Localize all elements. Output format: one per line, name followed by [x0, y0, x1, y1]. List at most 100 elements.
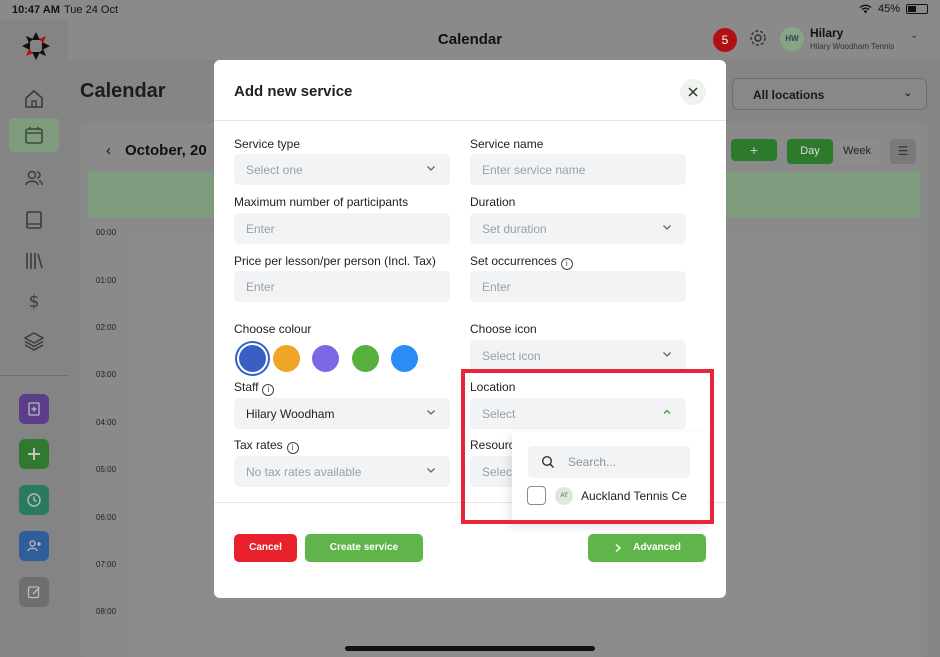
icon-select-placeholder: Select icon: [482, 349, 541, 363]
colour-swatch-blue[interactable]: [239, 345, 266, 372]
top-bar: Calendar 5 HW Hilary Hilary Woodham Tenn…: [0, 20, 940, 60]
chevron-down-icon: [663, 225, 671, 230]
sidebar-item-users[interactable]: [9, 161, 59, 195]
book-icon: [26, 211, 42, 229]
hour-label: 08:00: [96, 607, 117, 616]
location-filter[interactable]: All locations ⌄: [732, 78, 927, 110]
create-service-button[interactable]: Create service: [305, 534, 423, 562]
home-indicator: [345, 646, 595, 651]
colour-swatch-green[interactable]: [352, 345, 379, 372]
sidebar-item-library[interactable]: [9, 244, 59, 278]
dollar-icon: $: [29, 292, 40, 312]
service-type-select[interactable]: Select one: [234, 154, 450, 185]
colour-swatch-orange[interactable]: [273, 345, 300, 372]
add-user-icon: [27, 540, 41, 552]
user-business: Hilary Woodham Tennis: [810, 42, 895, 51]
occurrences-placeholder: Enter: [482, 280, 511, 294]
service-name-input[interactable]: Enter service name: [470, 154, 686, 185]
edit-icon: [27, 586, 41, 599]
modal-header-divider: [214, 120, 726, 121]
duration-label: Duration: [470, 195, 516, 209]
quick-edit[interactable]: [19, 577, 49, 607]
month-navigator: ‹ October, 20: [106, 142, 207, 159]
service-name-label: Service name: [470, 137, 544, 151]
close-button[interactable]: [680, 79, 706, 105]
chevron-down-icon: [427, 468, 435, 473]
chevron-down-icon: ⌄: [903, 88, 912, 99]
info-icon[interactable]: i: [560, 258, 573, 270]
max-participants-label: Maximum number of participants: [234, 195, 409, 209]
avatar[interactable]: HW: [780, 27, 804, 51]
view-week-button[interactable]: Week: [834, 139, 880, 164]
list-icon: ☰: [897, 144, 909, 158]
sidebar: $: [0, 20, 68, 657]
price-placeholder: Enter: [246, 280, 275, 294]
hour-label: 07:00: [96, 560, 117, 569]
staff-value: Hilary Woodham: [246, 407, 335, 421]
page-title: Calendar: [80, 80, 166, 102]
quick-add-user[interactable]: [19, 531, 49, 561]
sidebar-item-book[interactable]: [9, 203, 59, 237]
status-time: 10:47 AM: [12, 4, 60, 16]
info-icon[interactable]: i: [286, 442, 299, 454]
chevron-left-icon[interactable]: ‹: [106, 142, 111, 159]
occurrences-input[interactable]: Enter: [470, 271, 686, 302]
price-input[interactable]: Enter: [234, 271, 450, 302]
sidebar-item-calendar[interactable]: [9, 118, 59, 152]
view-day-button[interactable]: Day: [787, 139, 833, 164]
cancel-button[interactable]: Cancel: [234, 534, 297, 562]
duration-placeholder: Set duration: [482, 222, 547, 236]
service-type-label: Service type: [234, 137, 301, 151]
user-name[interactable]: Hilary: [810, 26, 843, 40]
hour-label: 06:00: [96, 513, 117, 522]
colour-swatch-light-blue[interactable]: [391, 345, 418, 372]
sidebar-item-finance[interactable]: $: [9, 284, 59, 318]
list-view-button[interactable]: ☰: [890, 139, 916, 164]
staff-select[interactable]: Hilary Woodham: [234, 398, 450, 429]
tax-rates-placeholder: No tax rates available: [246, 465, 362, 479]
status-right: 45%: [859, 3, 928, 15]
max-participants-input[interactable]: Enter: [234, 213, 450, 244]
app-logo: [22, 32, 50, 60]
close-icon: [688, 87, 698, 97]
hour-label: 01:00: [96, 276, 117, 285]
highlight-annotation: [461, 369, 714, 524]
quick-add-document[interactable]: [19, 394, 49, 424]
sidebar-item-home[interactable]: [9, 82, 59, 116]
modal-title: Add new service: [234, 83, 353, 100]
add-booking-button[interactable]: +: [731, 139, 777, 161]
plus-icon: [28, 448, 40, 460]
chevron-down-icon: [427, 166, 435, 171]
chevron-right-icon: [615, 543, 622, 553]
month-label: October, 20: [125, 142, 207, 159]
tax-rates-select[interactable]: No tax rates available: [234, 456, 450, 487]
layers-icon: [23, 332, 45, 351]
status-bar: 10:47 AM Tue 24 Oct 45%: [0, 0, 940, 20]
hour-label: 05:00: [96, 465, 117, 474]
staff-label-text: Staff: [234, 380, 259, 394]
advanced-button[interactable]: Advanced: [588, 534, 706, 562]
quick-add[interactable]: [19, 439, 49, 469]
duration-select[interactable]: Set duration: [470, 213, 686, 244]
colour-label: Choose colour: [234, 322, 312, 336]
gear-icon[interactable]: [748, 28, 768, 48]
icon-select[interactable]: Select icon: [470, 340, 686, 371]
max-participants-placeholder: Enter: [246, 222, 275, 236]
status-date: Tue 24 Oct: [64, 4, 119, 16]
tax-rates-label: Tax rates i: [234, 438, 299, 454]
chevron-down-icon: [663, 352, 671, 357]
colour-swatch-purple[interactable]: [312, 345, 339, 372]
advanced-label: Advanced: [633, 542, 681, 553]
battery-icon: [906, 4, 928, 14]
staff-label: Staff i: [234, 380, 275, 396]
svg-text:$: $: [29, 292, 40, 312]
info-icon[interactable]: i: [262, 384, 275, 396]
calendar-icon: [25, 127, 43, 144]
tax-rates-label-text: Tax rates: [234, 438, 283, 452]
chevron-down-icon[interactable]: ⌄: [910, 30, 918, 41]
quick-schedule[interactable]: [19, 485, 49, 515]
hour-label: 02:00: [96, 323, 117, 332]
notification-badge[interactable]: 5: [713, 28, 737, 52]
home-icon: [25, 89, 43, 108]
sidebar-item-layers[interactable]: [9, 324, 59, 358]
